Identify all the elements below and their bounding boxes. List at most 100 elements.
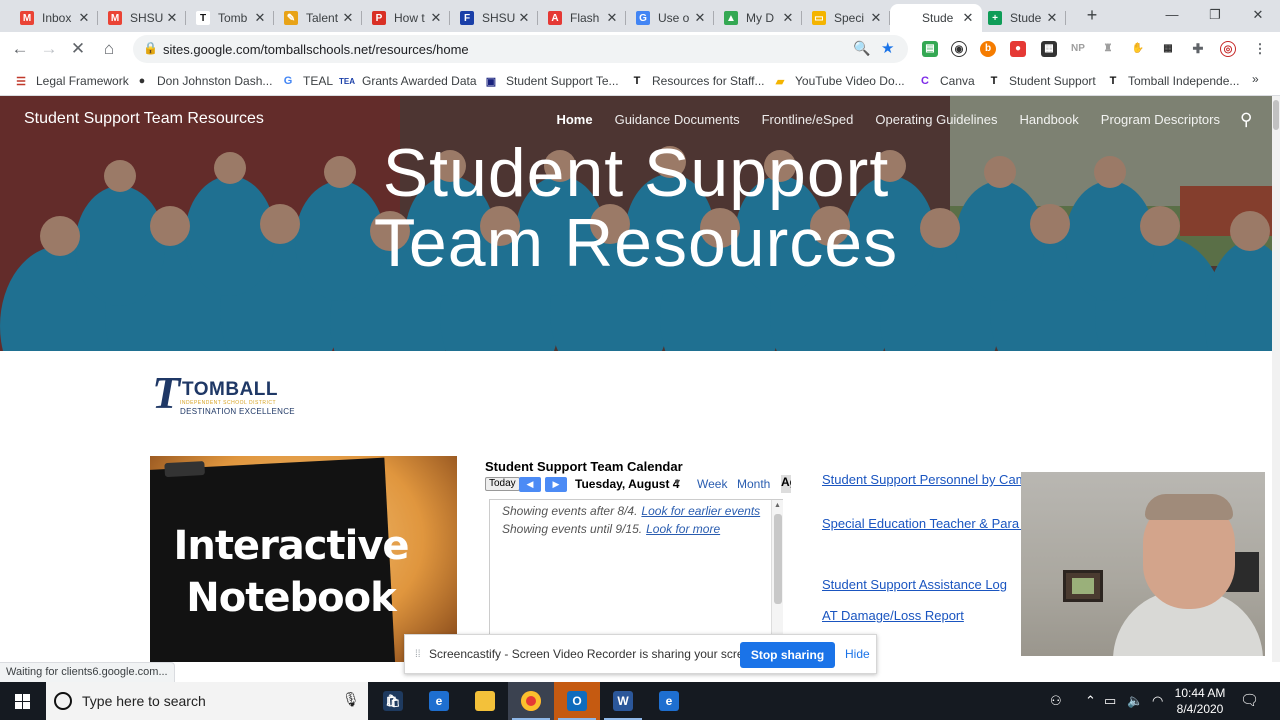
calendar-date-dropdown-icon[interactable]: ▼ [673, 477, 682, 487]
taskbar-edge[interactable]: e [646, 682, 692, 720]
nav-handbook[interactable]: Handbook [1020, 112, 1079, 127]
calendar-month-tab[interactable]: Month [737, 477, 770, 491]
wifi-icon[interactable]: ◠ [1152, 693, 1163, 709]
browser-tab[interactable]: ▭ Speci ✕ [802, 4, 890, 32]
taskbar-word[interactable]: W [600, 682, 646, 720]
tab-close-icon[interactable]: ✕ [1044, 10, 1060, 26]
forward-button[interactable]: → [37, 37, 61, 61]
stop-loading-button[interactable]: ✕ [66, 37, 90, 61]
extension-orange-icon[interactable]: b [980, 41, 996, 57]
taskbar-outlook[interactable]: O [554, 682, 600, 720]
nav-frontline-esped[interactable]: Frontline/eSped [762, 112, 854, 127]
taskbar-store[interactable]: 🛍 [370, 682, 416, 720]
bookmark-item[interactable]: G TEAL [281, 72, 333, 90]
browser-tab[interactable]: T Tomb ✕ [186, 4, 274, 32]
tab-close-icon[interactable]: ✕ [960, 10, 976, 26]
address-bar[interactable]: 🔒 sites.google.com/tomballschools.net/re… [133, 35, 908, 63]
browser-tab[interactable]: M SHSU ✕ [98, 4, 186, 32]
notification-icon[interactable]: 🗨 [1240, 691, 1259, 709]
puzzle-icon[interactable]: ✚ [1190, 41, 1206, 57]
chrome-menu-icon[interactable]: ⋮ [1252, 41, 1268, 57]
maximize-window-button[interactable]: ❐ [1203, 4, 1227, 26]
calendar-agenda-tab[interactable]: Ag [781, 475, 791, 493]
tab-close-icon[interactable]: ✕ [76, 10, 92, 26]
url-text[interactable]: sites.google.com/tomballschools.net/reso… [163, 42, 469, 57]
browser-tab[interactable]: M Inbox ✕ [10, 4, 98, 32]
screencastify-icon[interactable]: ● [1010, 41, 1026, 57]
bookmarks-overflow-icon[interactable]: » [1252, 70, 1259, 88]
microphone-icon[interactable]: 🎙 [342, 691, 360, 708]
calendar-next-button[interactable]: ▶ [545, 477, 567, 492]
bookmark-item[interactable]: ▰ YouTube Video Do... [773, 72, 905, 90]
bookmark-item[interactable]: ☰ Legal Framework [14, 72, 129, 90]
bookmark-item[interactable]: C Canva [918, 72, 975, 90]
hide-button[interactable]: Hide [845, 647, 870, 661]
bookmark-item[interactable]: ▣ Student Support Te... [484, 72, 619, 90]
power-icon[interactable]: ▭ [1104, 693, 1116, 709]
back-button[interactable]: ← [8, 37, 32, 61]
site-title[interactable]: Student Support Team Resources [24, 110, 264, 128]
bookmark-star-icon[interactable]: ★ [881, 39, 894, 57]
drag-handle-icon[interactable]: ⁞⁞ [415, 649, 421, 660]
look-for-earlier-link[interactable]: Look for earlier events [641, 504, 760, 518]
browser-tab[interactable]: ▲ My D ✕ [714, 4, 802, 32]
new-tab-button[interactable]: + [1082, 5, 1102, 27]
calendar-prev-button[interactable]: ◀ [519, 477, 541, 492]
stop-sharing-button[interactable]: Stop sharing [740, 642, 835, 668]
nav-guidance-documents[interactable]: Guidance Documents [615, 112, 740, 127]
people-icon[interactable]: ⚇ [1050, 693, 1062, 709]
np-extension-icon[interactable]: NP [1070, 41, 1086, 57]
link-personnel-by-campus[interactable]: Student Support Personnel by Campus [822, 472, 1047, 487]
calendar-week-tab[interactable]: Week [697, 477, 727, 491]
tab-close-icon[interactable]: ✕ [516, 10, 532, 26]
bookmark-item[interactable]: T Resources for Staff... [630, 72, 765, 90]
scroll-up-icon[interactable]: ▲ [774, 502, 781, 509]
browser-tab[interactable]: + Stude ✕ [978, 4, 1066, 32]
hat-extension-icon[interactable]: ♜ [1100, 41, 1116, 57]
look-for-more-link[interactable]: Look for more [646, 522, 720, 536]
site-search-icon[interactable]: ⚲ [1240, 110, 1252, 130]
tab-close-icon[interactable]: ✕ [780, 10, 796, 26]
tab-close-icon[interactable]: ✕ [604, 10, 620, 26]
tab-close-icon[interactable]: ✕ [340, 10, 356, 26]
taskbar-ie[interactable]: e [416, 682, 462, 720]
link-teacher-para-list[interactable]: Special Education Teacher & Para List [822, 516, 1043, 531]
minimize-window-button[interactable]: — [1160, 4, 1184, 26]
nav-home[interactable]: Home [556, 112, 592, 127]
qr-icon[interactable]: ▦ [1041, 41, 1057, 57]
hand-extension-icon[interactable]: ✋ [1130, 41, 1146, 57]
calendar-today-button[interactable]: Today [485, 477, 520, 491]
extension-target-icon[interactable]: ◉ [951, 41, 967, 57]
browser-tab[interactable]: ✎ Talent ✕ [274, 4, 362, 32]
link-assistance-log[interactable]: Student Support Assistance Log [822, 577, 1007, 592]
volume-icon[interactable]: 🔈 [1127, 693, 1143, 709]
taskbar-search[interactable]: Type here to search 🎙 [46, 682, 368, 720]
bookmark-item[interactable]: ● Don Johnston Dash... [135, 72, 273, 90]
nav-program-descriptors[interactable]: Program Descriptors [1101, 112, 1220, 127]
home-button[interactable]: ⌂ [97, 37, 121, 61]
link-at-damage-report[interactable]: AT Damage/Loss Report [822, 608, 964, 623]
taskbar-chrome[interactable] [508, 682, 554, 720]
page-scrollbar[interactable] [1272, 96, 1280, 662]
start-button[interactable] [0, 682, 46, 720]
zoom-icon[interactable]: 🔍 [853, 40, 870, 57]
bookmark-item[interactable]: T Student Support [987, 72, 1096, 90]
close-window-button[interactable]: ✕ [1246, 4, 1270, 26]
browser-tab[interactable]: F SHSU ✕ [450, 4, 538, 32]
browser-tab[interactable]: P How t ✕ [362, 4, 450, 32]
taskbar-file-explorer[interactable] [462, 682, 508, 720]
tab-close-icon[interactable]: ✕ [692, 10, 708, 26]
profile-avatar-icon[interactable]: ◎ [1220, 41, 1236, 57]
tab-close-icon[interactable]: ✕ [428, 10, 444, 26]
tab-close-icon[interactable]: ✕ [252, 10, 268, 26]
extension-green-icon[interactable]: ▤ [922, 41, 938, 57]
browser-tab[interactable]: · Stude ✕ [890, 4, 982, 32]
browser-tab[interactable]: G Use o ✕ [626, 4, 714, 32]
tab-close-icon[interactable]: ✕ [868, 10, 884, 26]
nav-operating-guidelines[interactable]: Operating Guidelines [875, 112, 997, 127]
bookmark-item[interactable]: TEA Grants Awarded Data [339, 72, 477, 90]
tab-close-icon[interactable]: ✕ [164, 10, 180, 26]
bookmark-item[interactable]: T Tomball Independe... [1106, 72, 1240, 90]
interactive-notebook-image[interactable]: Interactive Notebook [150, 456, 457, 662]
tray-chevron-icon[interactable]: ⌃ [1085, 693, 1096, 709]
